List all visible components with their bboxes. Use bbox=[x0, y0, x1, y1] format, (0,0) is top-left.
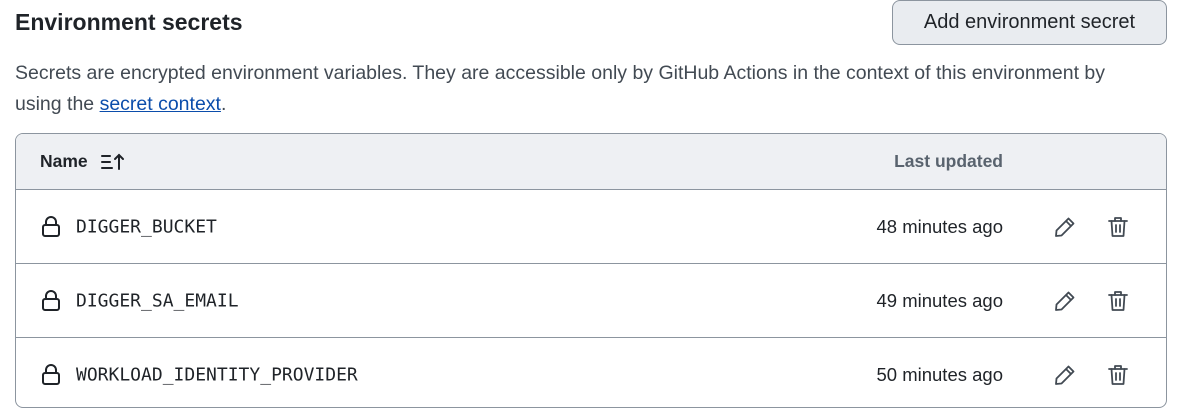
table-header: Name Last updated bbox=[16, 134, 1166, 190]
lock-icon bbox=[41, 215, 61, 238]
pencil-icon[interactable] bbox=[1050, 360, 1080, 390]
secrets-table: Name Last updated DIGGER_BUCKET 48 minut bbox=[15, 133, 1167, 408]
column-header-name-label: Name bbox=[40, 151, 88, 171]
secret-name: DIGGER_BUCKET bbox=[76, 216, 217, 237]
last-updated: 50 minutes ago bbox=[876, 363, 1003, 385]
column-header-last-updated: Last updated bbox=[894, 151, 1003, 171]
table-row: DIGGER_BUCKET 48 minutes ago bbox=[16, 190, 1166, 264]
trash-icon[interactable] bbox=[1103, 212, 1133, 242]
column-header-name[interactable]: Name bbox=[40, 134, 126, 189]
last-updated: 49 minutes ago bbox=[876, 289, 1003, 311]
page-description: Secrets are encrypted environment variab… bbox=[15, 58, 1135, 120]
sort-ascending-icon[interactable] bbox=[100, 153, 126, 171]
trash-icon[interactable] bbox=[1103, 360, 1133, 390]
table-row: WORKLOAD_IDENTITY_PROVIDER 50 minutes ag… bbox=[16, 338, 1166, 407]
lock-icon bbox=[41, 363, 61, 386]
lock-icon bbox=[41, 289, 61, 312]
pencil-icon[interactable] bbox=[1050, 212, 1080, 242]
description-suffix: . bbox=[220, 93, 227, 115]
secret-name: WORKLOAD_IDENTITY_PROVIDER bbox=[76, 364, 358, 385]
trash-icon[interactable] bbox=[1103, 286, 1133, 316]
add-environment-secret-button[interactable]: Add environment secret bbox=[892, 0, 1167, 45]
page-title: Environment secrets bbox=[15, 9, 243, 35]
last-updated: 48 minutes ago bbox=[876, 215, 1003, 237]
pencil-icon[interactable] bbox=[1050, 286, 1080, 316]
secret-name: DIGGER_SA_EMAIL bbox=[76, 290, 239, 311]
secret-context-link[interactable]: secret context bbox=[100, 93, 221, 115]
table-row: DIGGER_SA_EMAIL 49 minutes ago bbox=[16, 264, 1166, 338]
